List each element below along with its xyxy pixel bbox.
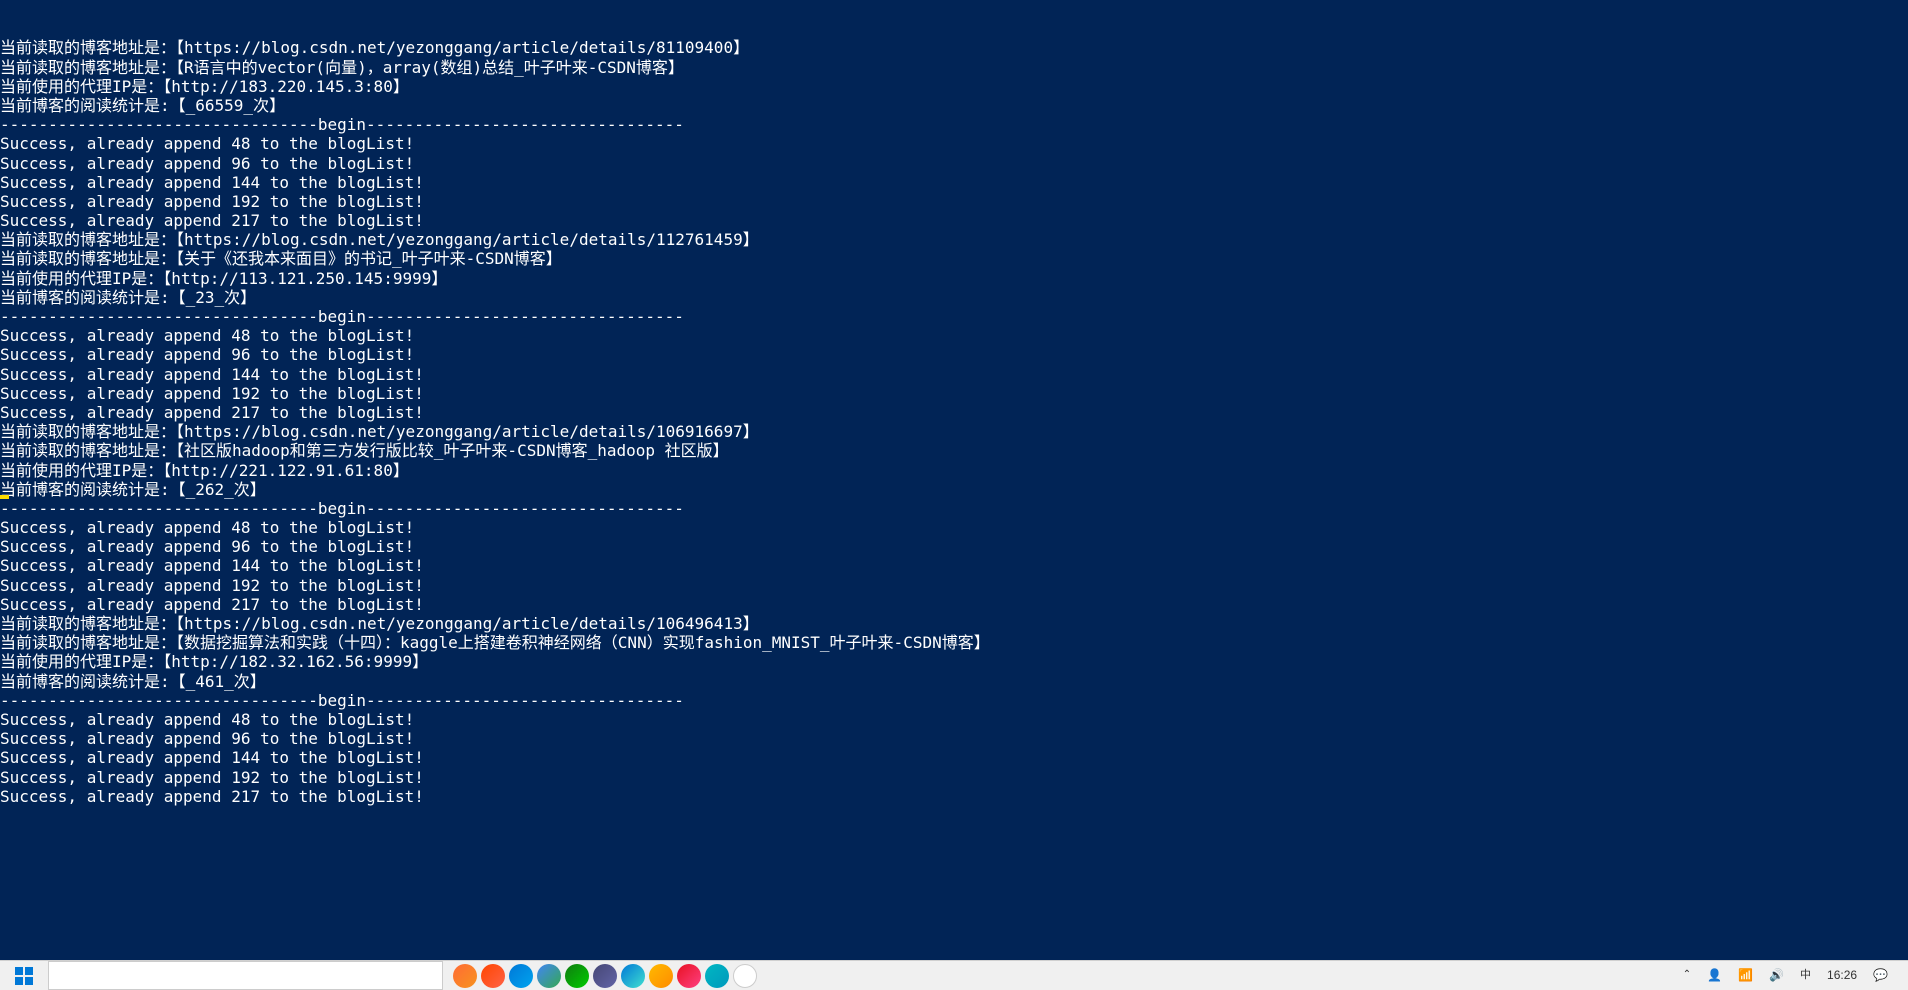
- terminal-line: Success, already append 192 to the blogL…: [0, 192, 1908, 211]
- powershell-terminal[interactable]: 当前读取的博客地址是：【https://blog.csdn.net/yezong…: [0, 0, 1908, 960]
- start-button[interactable]: [0, 961, 48, 990]
- terminal-line: Success, already append 144 to the blogL…: [0, 173, 1908, 192]
- terminal-line: 当前读取的博客地址是：【社区版hadoop和第三方发行版比较_叶子叶来-CSDN…: [0, 441, 1908, 460]
- terminal-line: ---------------------------------begin--…: [0, 115, 1908, 134]
- terminal-line: Success, already append 96 to the blogLi…: [0, 729, 1908, 748]
- terminal-line: 当前博客的阅读统计是:【_461_次】: [0, 672, 1908, 691]
- terminal-line: Success, already append 48 to the blogLi…: [0, 326, 1908, 345]
- terminal-line: 当前博客的阅读统计是:【_23_次】: [0, 288, 1908, 307]
- app-icon-8[interactable]: [649, 964, 673, 988]
- taskbar-system-tray: ⌃ 👤 📶 🔊 中 16:26 💬: [1683, 968, 1908, 982]
- app-icon-7[interactable]: [621, 964, 645, 988]
- notification-center-icon[interactable]: 💬: [1873, 968, 1888, 982]
- taskbar-app-icons: [443, 964, 767, 988]
- terminal-line: Success, already append 217 to the blogL…: [0, 787, 1908, 806]
- terminal-line: Success, already append 48 to the blogLi…: [0, 134, 1908, 153]
- tray-people-icon[interactable]: 👤: [1707, 968, 1722, 982]
- terminal-line: Success, already append 192 to the blogL…: [0, 576, 1908, 595]
- terminal-line: Success, already append 217 to the blogL…: [0, 403, 1908, 422]
- terminal-line: Success, already append 217 to the blogL…: [0, 595, 1908, 614]
- terminal-line: Success, already append 192 to the blogL…: [0, 384, 1908, 403]
- terminal-line: Success, already append 144 to the blogL…: [0, 748, 1908, 767]
- windows-icon: [15, 967, 33, 985]
- taskbar-clock[interactable]: 16:26: [1827, 968, 1857, 982]
- terminal-line: Success, already append 192 to the blogL…: [0, 768, 1908, 787]
- app-icon-11[interactable]: [733, 964, 757, 988]
- terminal-line: 当前博客的阅读统计是:【_262_次】: [0, 480, 1908, 499]
- terminal-line: Success, already append 96 to the blogLi…: [0, 154, 1908, 173]
- tray-wifi-icon[interactable]: 📶: [1738, 968, 1753, 982]
- terminal-line: Success, already append 144 to the blogL…: [0, 365, 1908, 384]
- terminal-line: 当前使用的代理IP是：【http://113.121.250.145:9999】: [0, 269, 1908, 288]
- terminal-line: ---------------------------------begin--…: [0, 691, 1908, 710]
- terminal-line: Success, already append 48 to the blogLi…: [0, 710, 1908, 729]
- tray-volume-icon[interactable]: 🔊: [1769, 968, 1784, 982]
- terminal-line: 当前使用的代理IP是：【http://221.122.91.61:80】: [0, 461, 1908, 480]
- terminal-line: 当前读取的博客地址是：【关于《还我本来面目》的书记_叶子叶来-CSDN博客】: [0, 249, 1908, 268]
- taskbar-search-input[interactable]: [48, 961, 443, 990]
- app-icon-4[interactable]: [537, 964, 561, 988]
- terminal-line: Success, already append 217 to the blogL…: [0, 211, 1908, 230]
- terminal-line: 当前读取的博客地址是：【数据挖掘算法和实践（十四）：kaggle上搭建卷积神经网…: [0, 633, 1908, 652]
- terminal-line: ---------------------------------begin--…: [0, 499, 684, 518]
- app-icon-1[interactable]: [453, 964, 477, 988]
- app-icon-10[interactable]: [705, 964, 729, 988]
- terminal-line: 当前使用的代理IP是：【http://182.32.162.56:9999】: [0, 652, 1908, 671]
- tray-chevron-icon[interactable]: ⌃: [1683, 969, 1691, 981]
- terminal-line: Success, already append 48 to the blogLi…: [0, 518, 1908, 537]
- terminal-line: 当前博客的阅读统计是:【_66559_次】: [0, 96, 1908, 115]
- app-icon-2[interactable]: [481, 964, 505, 988]
- terminal-line: 当前读取的博客地址是：【https://blog.csdn.net/yezong…: [0, 230, 1908, 249]
- terminal-line: 当前读取的博客地址是：【https://blog.csdn.net/yezong…: [0, 614, 1908, 633]
- terminal-line: 当前读取的博客地址是：【R语言中的vector(向量)，array(数组)总结_…: [0, 58, 1908, 77]
- terminal-line: 当前使用的代理IP是：【http://183.220.145.3:80】: [0, 77, 1908, 96]
- app-icon-5[interactable]: [565, 964, 589, 988]
- terminal-line: 当前读取的博客地址是：【https://blog.csdn.net/yezong…: [0, 38, 1908, 57]
- terminal-line: Success, already append 96 to the blogLi…: [0, 537, 1908, 556]
- terminal-line: 当前读取的博客地址是：【https://blog.csdn.net/yezong…: [0, 422, 1908, 441]
- taskbar-left-section: [0, 961, 767, 990]
- tray-language-icon[interactable]: 中: [1800, 969, 1811, 982]
- app-icon-9[interactable]: [677, 964, 701, 988]
- app-icon-3[interactable]: [509, 964, 533, 988]
- app-icon-6[interactable]: [593, 964, 617, 988]
- terminal-line: ---------------------------------begin--…: [0, 307, 1908, 326]
- terminal-line: Success, already append 96 to the blogLi…: [0, 345, 1908, 364]
- windows-taskbar: ⌃ 👤 📶 🔊 中 16:26 💬: [0, 960, 1908, 990]
- terminal-line: Success, already append 144 to the blogL…: [0, 556, 1908, 575]
